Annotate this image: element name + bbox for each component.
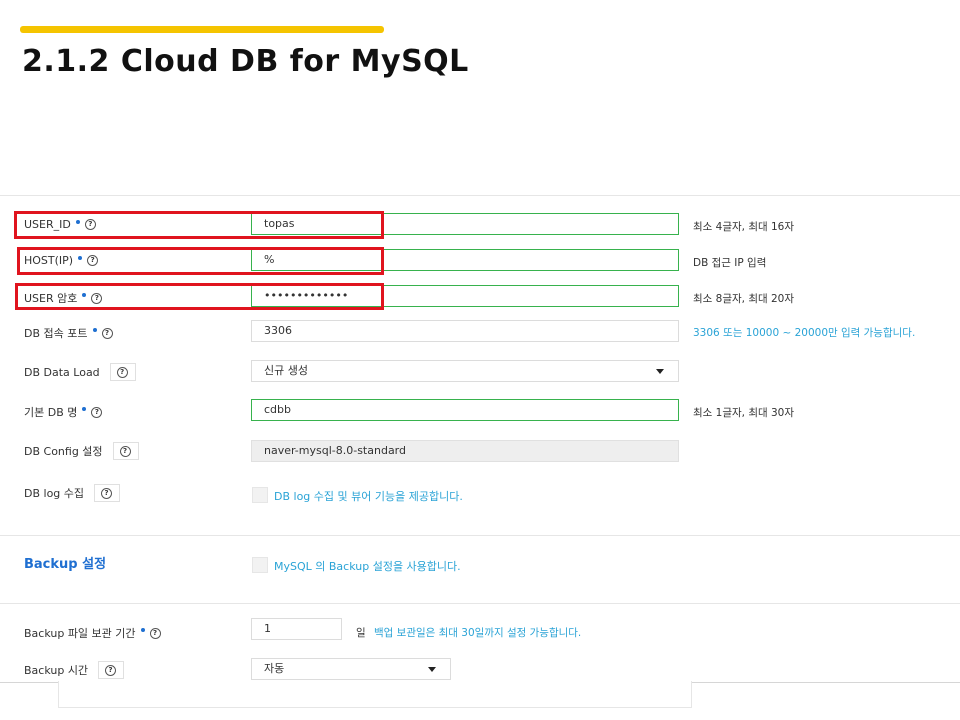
backup-checkbox-label[interactable]: MySQL 의 Backup 설정을 사용합니다. — [274, 558, 461, 574]
highlight-box-user-id — [14, 211, 384, 239]
form-panel-footer — [58, 681, 692, 708]
help-button[interactable]: ? — [94, 484, 121, 502]
backup-retention-label: Backup 파일 보관 기간? — [24, 625, 161, 641]
backup-checkbox[interactable] — [252, 557, 268, 573]
user-password-hint: 최소 8글자, 최대 20자 — [693, 293, 795, 305]
accent-bar — [20, 26, 384, 33]
db-port-hint: 3306 또는 10000 ~ 20000만 입력 가능합니다. — [693, 327, 916, 339]
slide-title: 2.1.2 Cloud DB for MySQL — [22, 44, 469, 79]
user-id-hint: 최소 4글자, 최대 16자 — [693, 221, 795, 233]
backup-retention-hint: 백업 보관일은 최대 30일까지 설정 가능합니다. — [374, 627, 582, 639]
section-divider — [0, 535, 960, 536]
dropdown-arrow-icon — [656, 369, 664, 374]
backup-time-select[interactable]: 자동 — [251, 658, 451, 680]
help-icon: ? — [101, 488, 113, 499]
required-dot — [82, 407, 87, 411]
host-ip-hint: DB 접근 IP 입력 — [693, 257, 767, 269]
backup-section-title: Backup 설정 — [24, 557, 107, 572]
help-icon[interactable]: ? — [91, 406, 103, 418]
backup-time-label: Backup 시간? — [24, 661, 125, 679]
backup-retention-unit: 일 — [356, 627, 366, 639]
db-log-label: DB log 수집? — [24, 484, 121, 502]
default-db-name-label: 기본 DB 명? — [24, 404, 103, 420]
highlight-box-user-password — [15, 283, 384, 310]
db-config-label: DB Config 설정? — [24, 442, 139, 460]
backup-retention-input[interactable]: 1 — [251, 618, 342, 640]
help-icon: ? — [105, 665, 117, 676]
help-button[interactable]: ? — [109, 363, 136, 381]
default-db-name-input[interactable]: cdbb — [251, 399, 679, 421]
db-log-checkbox[interactable] — [252, 487, 268, 503]
db-log-checkbox-label[interactable]: DB log 수집 및 뷰어 기능을 제공합니다. — [274, 488, 463, 504]
db-config-input: naver-mysql-8.0-standard — [251, 440, 679, 462]
default-db-name-hint: 최소 1글자, 최대 30자 — [693, 407, 795, 419]
help-icon[interactable]: ? — [149, 627, 161, 639]
db-data-load-select[interactable]: 신규 생성 — [251, 360, 679, 382]
help-icon: ? — [116, 367, 128, 378]
db-data-load-label: DB Data Load? — [24, 363, 136, 381]
required-dot — [140, 628, 145, 632]
help-button[interactable]: ? — [98, 661, 125, 679]
section-divider — [0, 603, 960, 604]
dropdown-arrow-icon — [428, 667, 436, 672]
required-dot — [92, 328, 97, 332]
db-port-label: DB 접속 포트? — [24, 325, 113, 341]
db-port-input[interactable]: 3306 — [251, 320, 679, 342]
highlight-box-host-ip — [17, 247, 384, 275]
help-icon: ? — [119, 446, 131, 457]
help-button[interactable]: ? — [112, 442, 139, 460]
help-icon[interactable]: ? — [101, 327, 113, 339]
